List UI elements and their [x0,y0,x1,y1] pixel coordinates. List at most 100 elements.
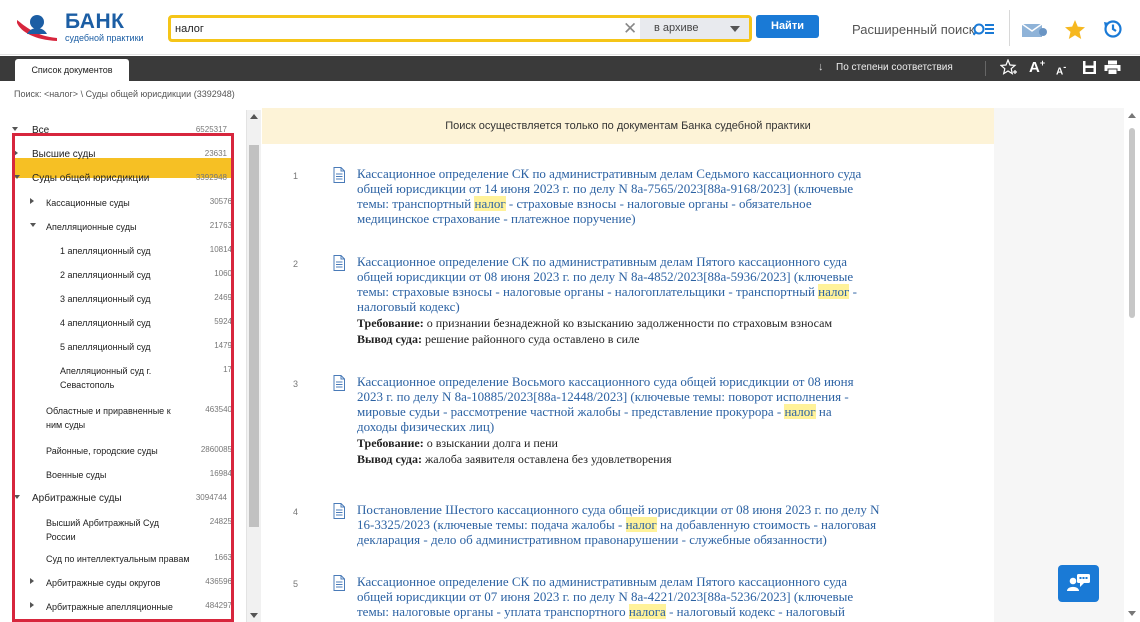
tree-node[interactable]: Арбитражные суды 3094744 [0,490,246,504]
tab-document-list[interactable]: Список документов [15,59,129,81]
tree-node[interactable]: 2 апелляционный суд 1060 [0,266,246,280]
tree-node-count: 21763 [209,221,232,230]
court-tree-panel: Все 6525317 Высшие суды 23631 Суды общей юри… [0,110,247,622]
scroll-down-icon[interactable] [250,613,258,618]
increase-font-button[interactable]: A+ [1029,58,1045,76]
tree-node-label: Областные и приравненные к ним суды [46,404,171,432]
tree-node-label-line: 4 апелляционный суд [60,318,151,328]
logo[interactable]: БАНК судебной практики [15,10,155,46]
tree-node-label: Все [32,124,49,138]
expanded-chevron-icon[interactable] [14,495,20,499]
result-number: 5 [293,579,299,589]
result-title-text: декларация - дело об административном пр… [357,532,827,547]
collapsed-chevron-icon[interactable] [30,602,34,608]
collapsed-chevron-icon[interactable] [30,198,34,204]
tree-node-label-line: Военные суды [46,470,107,480]
tree-node-label-line: России [46,532,76,542]
tree-node[interactable]: 4 апелляционный суд 5924 [0,314,246,328]
subscriptions-icon[interactable] [1022,22,1048,38]
tree-node-label-line: ним суды [46,420,86,430]
document-icon[interactable] [333,167,346,183]
tree-node-label-line: Районные, городские суды [46,446,158,456]
search-term-highlight: налог [625,517,657,532]
result-title-text: Кассационное определение СК по администр… [357,254,848,269]
result-number: 4 [293,507,299,517]
chat-button[interactable] [1058,565,1099,602]
expanded-chevron-icon[interactable] [30,223,36,227]
tree-node-count: 30576 [209,197,232,206]
decrease-font-button[interactable]: A- [1056,62,1066,77]
tree-node[interactable]: Высшие суды 23631 [0,146,246,160]
tree-node[interactable]: Апелляционные суды 21763 [0,218,246,232]
tree-node[interactable]: Высший Арбитражный Суд России 24825 [0,514,246,550]
result-title-text: - [849,284,857,299]
expanded-chevron-icon[interactable] [14,175,20,179]
results-scroll-thumb[interactable] [1129,128,1135,318]
tree-node[interactable]: Кассационные суды 30576 [0,194,246,208]
scroll-up-icon[interactable] [250,114,258,119]
result-title-text: темы: транспортный [357,196,475,211]
tree-node-count: 10814 [209,245,232,254]
top-bar: БАНК судебной практики ✕ в архиве Найти … [0,0,1140,55]
result-number: 1 [293,171,299,181]
result-title-text: доходы физических лиц) [357,419,495,434]
search-input[interactable] [175,20,615,38]
right-side-panel [994,108,1124,622]
tree-node[interactable]: Апелляционный суд г. Севастополь 17 [0,362,246,398]
document-icon[interactable] [333,503,346,519]
chevron-down-icon [730,26,740,32]
result-title-text: - налоговый кодекс - налоговый [665,604,845,619]
tree-node[interactable]: 5 апелляционный суд 1479 [0,338,246,352]
result-title-text: темы: налоговые органы - уплата транспор… [357,604,629,619]
tab-bar: Список документов ↓ По степени соответст… [0,56,1140,81]
tree-node-count: 5924 [214,317,232,326]
tree-node[interactable]: Суд по интеллектуальным правам 1663 [0,550,246,564]
document-icon[interactable] [333,375,346,391]
result-title-link[interactable]: Кассационное определение СК по администр… [357,254,927,314]
tree-node[interactable]: Районные, городские суды 2860085 [0,442,246,456]
result-title-text: общей юрисдикции от 14 июня 2023 г. по д… [357,181,854,196]
search-scope-value: в архиве [654,22,699,34]
advanced-search-link[interactable]: Расширенный поиск [852,22,974,37]
tree-node-label-line: Арбитражные апелляционные [46,602,173,612]
print-icon[interactable] [1104,60,1121,75]
tree-node[interactable]: 1 апелляционный суд 10814 [0,242,246,256]
tree-node[interactable]: Арбитражные суды округов 436596 [0,574,246,588]
tree-node[interactable]: Военные суды 16984 [0,466,246,480]
scroll-down-icon[interactable] [1128,611,1136,616]
expanded-chevron-icon[interactable] [12,127,18,131]
result-title-link[interactable]: Кассационное определение СК по администр… [357,166,927,226]
clear-search-icon[interactable]: ✕ [623,18,637,39]
document-icon[interactable] [333,255,346,271]
history-icon[interactable] [1103,19,1123,39]
tree-scroll-thumb[interactable] [249,145,259,527]
result-title-link[interactable]: Постановление Шестого кассационного суда… [357,502,927,547]
results-scrollbar[interactable] [1124,108,1140,622]
search-scope-select[interactable]: в архиве [640,18,749,39]
tree-node[interactable]: Суды общей юрисдикции 3392948 [0,170,246,186]
advanced-search-icon[interactable] [973,22,995,36]
breadcrumb: Поиск: <налог> \ Суды общей юрисдикции (… [14,89,235,99]
sort-order-selector[interactable]: По степени соответствия [836,62,953,73]
favorites-star-icon[interactable] [1064,19,1086,40]
bookmark-star-icon[interactable] [1000,59,1018,77]
collapsed-chevron-icon[interactable] [30,578,34,584]
tree-node[interactable]: Все 6525317 [0,122,246,138]
save-icon[interactable] [1082,60,1097,75]
tree-node[interactable]: Областные и приравненные к ним суды 463540 [0,402,246,438]
tree-node[interactable]: 3 апелляционный суд 2469 [0,290,246,304]
sort-arrow-icon[interactable]: ↓ [818,61,824,73]
result-title-link[interactable]: Кассационное определение Восьмого кассац… [357,374,927,434]
tree-node-label-line: Все [32,125,50,136]
result-title-text: Постановление Шестого кассационного суда… [357,502,880,517]
result-title-link[interactable]: Кассационное определение СК по администр… [357,574,927,619]
document-icon[interactable] [333,575,346,591]
tree-node[interactable]: Арбитражные апелляционные суды 484297 [0,598,246,622]
tree-node-label-line: Кассационные суды [46,198,130,208]
collapsed-chevron-icon[interactable] [14,150,18,156]
tree-node-label-line: 1 апелляционный суд [60,246,151,256]
find-button[interactable]: Найти [756,15,819,38]
tree-scrollbar[interactable] [247,110,261,622]
scroll-up-icon[interactable] [1128,113,1136,118]
tree-node-label: Арбитражные апелляционные суды [46,600,173,622]
